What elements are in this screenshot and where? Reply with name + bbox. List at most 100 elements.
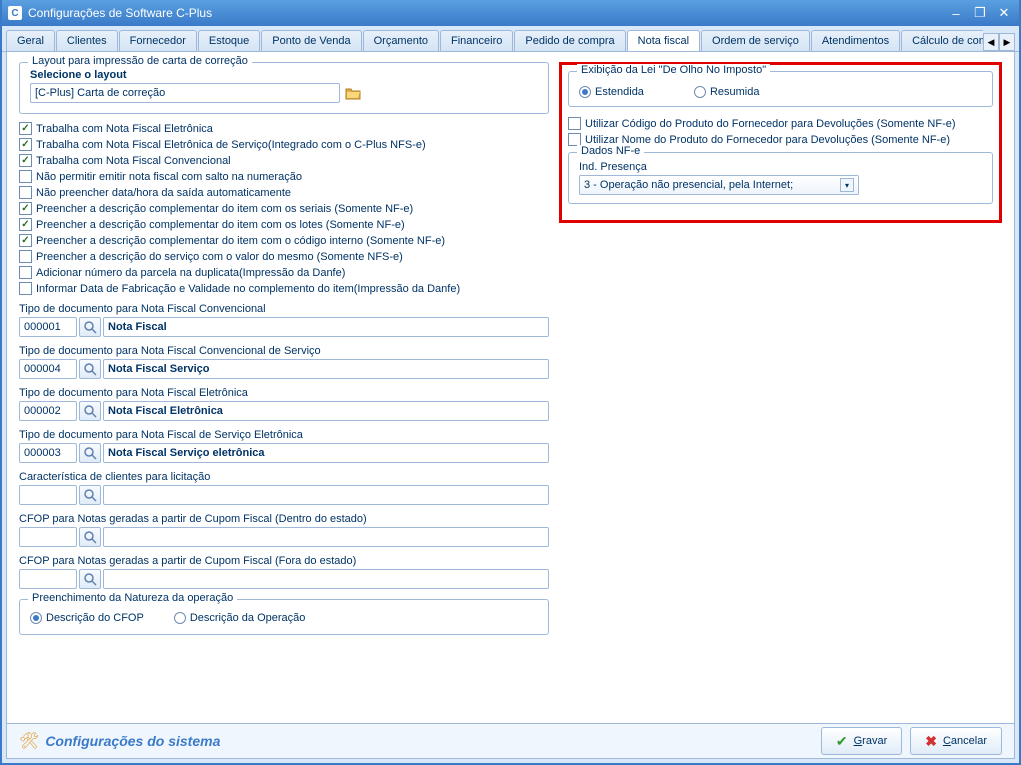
docfield-desc-6[interactable]: [103, 569, 549, 589]
natureza-fieldset: Preenchimento da Natureza da operação De…: [19, 599, 549, 635]
lookup-button-1[interactable]: [79, 359, 101, 379]
natureza-legend: Preenchimento da Natureza da operação: [28, 592, 237, 604]
checkbox-4[interactable]: [19, 186, 32, 199]
docfield-group-5: CFOP para Notas geradas a partir de Cupo…: [19, 513, 549, 547]
tab-scroll-right[interactable]: ▶: [999, 33, 1015, 51]
docfield-desc-4[interactable]: [103, 485, 549, 505]
docfield-code-1[interactable]: [19, 359, 77, 379]
radio-label: Estendida: [595, 86, 644, 98]
checkbox-label-5: Preencher a descrição complementar do it…: [36, 203, 413, 215]
app-icon: C: [8, 6, 22, 20]
titlebar: C Configurações de Software C-Plus – ❐ ✕: [2, 0, 1019, 26]
radio-icon: [174, 612, 186, 624]
docfield-desc-1[interactable]: [103, 359, 549, 379]
checkbox-row-10: Informar Data de Fabricação e Validade n…: [19, 282, 549, 295]
presenca-dropdown[interactable]: 3 - Operação não presencial, pela Intern…: [579, 175, 859, 195]
docfield-code-5[interactable]: [19, 527, 77, 547]
open-folder-icon[interactable]: [344, 84, 362, 102]
docfield-code-3[interactable]: [19, 443, 77, 463]
minimize-button[interactable]: –: [945, 4, 967, 22]
tab-fornecedor[interactable]: Fornecedor: [119, 30, 197, 51]
save-button[interactable]: ✔ Gravar: [821, 727, 902, 755]
checkbox-3[interactable]: [19, 170, 32, 183]
checkbox-row-2: Trabalha com Nota Fiscal Convencional: [19, 154, 549, 167]
radio-label: Descrição do CFOP: [46, 612, 144, 624]
cancel-label-rest: ancelar: [951, 735, 987, 747]
checkbox-row-6: Preencher a descrição complementar do it…: [19, 218, 549, 231]
tab-nota-fiscal[interactable]: Nota fiscal: [627, 30, 700, 51]
tab-cálculo-de-comissão[interactable]: Cálculo de comissão: [901, 30, 983, 51]
dados-nfe-fieldset: Dados NF-e Ind. Presença 3 - Operação nã…: [568, 152, 993, 204]
docfield-desc-0[interactable]: [103, 317, 549, 337]
tab-atendimentos[interactable]: Atendimentos: [811, 30, 900, 51]
tab-estoque[interactable]: Estoque: [198, 30, 260, 51]
checkbox-row-4: Não preencher data/hora da saída automat…: [19, 186, 549, 199]
save-label-first: G: [854, 735, 863, 747]
tab-geral[interactable]: Geral: [6, 30, 55, 51]
close-button[interactable]: ✕: [993, 4, 1015, 22]
cancel-label-first: C: [943, 735, 951, 747]
checkbox-5[interactable]: [19, 202, 32, 215]
checkbox-label-10: Informar Data de Fabricação e Validade n…: [36, 283, 460, 295]
docfield-code-4[interactable]: [19, 485, 77, 505]
checkbox-2[interactable]: [19, 154, 32, 167]
wrench-icon: 🛠: [19, 731, 39, 751]
docfield-group-6: CFOP para Notas geradas a partir de Cupo…: [19, 555, 549, 589]
checkbox-9[interactable]: [19, 266, 32, 279]
lookup-button-3[interactable]: [79, 443, 101, 463]
layout-legend: Layout para impressão de carta de correç…: [28, 55, 252, 67]
radio-label: Descrição da Operação: [190, 612, 306, 624]
save-label-rest: ravar: [862, 735, 887, 747]
natureza-radio-1[interactable]: Descrição da Operação: [174, 612, 306, 624]
docfield-desc-3[interactable]: [103, 443, 549, 463]
docfield-label-3: Tipo de documento para Nota Fiscal de Se…: [19, 429, 549, 441]
natureza-radio-0[interactable]: Descrição do CFOP: [30, 612, 144, 624]
right-checkbox-label-1: Utilizar Nome do Produto do Fornecedor p…: [585, 134, 950, 146]
lookup-button-0[interactable]: [79, 317, 101, 337]
docfield-code-2[interactable]: [19, 401, 77, 421]
tab-orçamento[interactable]: Orçamento: [363, 30, 439, 51]
docfield-code-0[interactable]: [19, 317, 77, 337]
checkbox-0[interactable]: [19, 122, 32, 135]
cancel-button[interactable]: ✖ Cancelar: [910, 727, 1002, 755]
exibicao-radio-1[interactable]: Resumida: [694, 86, 760, 98]
footer-bar: 🛠 Configurações do sistema ✔ Gravar ✖ Ca…: [6, 723, 1015, 759]
checkbox-1[interactable]: [19, 138, 32, 151]
checkbox-7[interactable]: [19, 234, 32, 247]
checkbox-label-4: Não preencher data/hora da saída automat…: [36, 187, 291, 199]
highlighted-region: Exibição da Lei "De Olho No Imposto" Est…: [559, 62, 1002, 223]
tab-pedido-de-compra[interactable]: Pedido de compra: [514, 30, 625, 51]
docfield-label-5: CFOP para Notas geradas a partir de Cupo…: [19, 513, 549, 525]
layout-input[interactable]: [30, 83, 340, 103]
checkbox-row-3: Não permitir emitir nota fiscal com salt…: [19, 170, 549, 183]
lookup-button-6[interactable]: [79, 569, 101, 589]
checkbox-8[interactable]: [19, 250, 32, 263]
lookup-button-2[interactable]: [79, 401, 101, 421]
docfield-code-6[interactable]: [19, 569, 77, 589]
tab-ordem-de-serviço[interactable]: Ordem de serviço: [701, 30, 810, 51]
checkbox-row-1: Trabalha com Nota Fiscal Eletrônica de S…: [19, 138, 549, 151]
lookup-button-5[interactable]: [79, 527, 101, 547]
exibicao-radio-0[interactable]: Estendida: [579, 86, 644, 98]
tab-financeiro[interactable]: Financeiro: [440, 30, 513, 51]
docfield-desc-5[interactable]: [103, 527, 549, 547]
tab-scroll-left[interactable]: ◀: [983, 33, 999, 51]
checkbox-row-7: Preencher a descrição complementar do it…: [19, 234, 549, 247]
check-icon: ✔: [836, 733, 848, 750]
lookup-button-4[interactable]: [79, 485, 101, 505]
docfield-group-0: Tipo de documento para Nota Fiscal Conve…: [19, 303, 549, 337]
layout-fieldset: Layout para impressão de carta de correç…: [19, 62, 549, 114]
docfield-group-4: Característica de clientes para licitaçã…: [19, 471, 549, 505]
right-checkbox-0[interactable]: [568, 117, 581, 130]
docfield-label-2: Tipo de documento para Nota Fiscal Eletr…: [19, 387, 549, 399]
docfield-label-0: Tipo de documento para Nota Fiscal Conve…: [19, 303, 549, 315]
dados-nfe-legend: Dados NF-e: [577, 145, 644, 157]
checkbox-10[interactable]: [19, 282, 32, 295]
docfield-group-3: Tipo de documento para Nota Fiscal de Se…: [19, 429, 549, 463]
checkbox-6[interactable]: [19, 218, 32, 231]
tab-ponto-de-venda[interactable]: Ponto de Venda: [261, 30, 361, 51]
presenca-value: 3 - Operação não presencial, pela Intern…: [584, 179, 793, 191]
tab-clientes[interactable]: Clientes: [56, 30, 118, 51]
docfield-desc-2[interactable]: [103, 401, 549, 421]
maximize-button[interactable]: ❐: [969, 4, 991, 22]
